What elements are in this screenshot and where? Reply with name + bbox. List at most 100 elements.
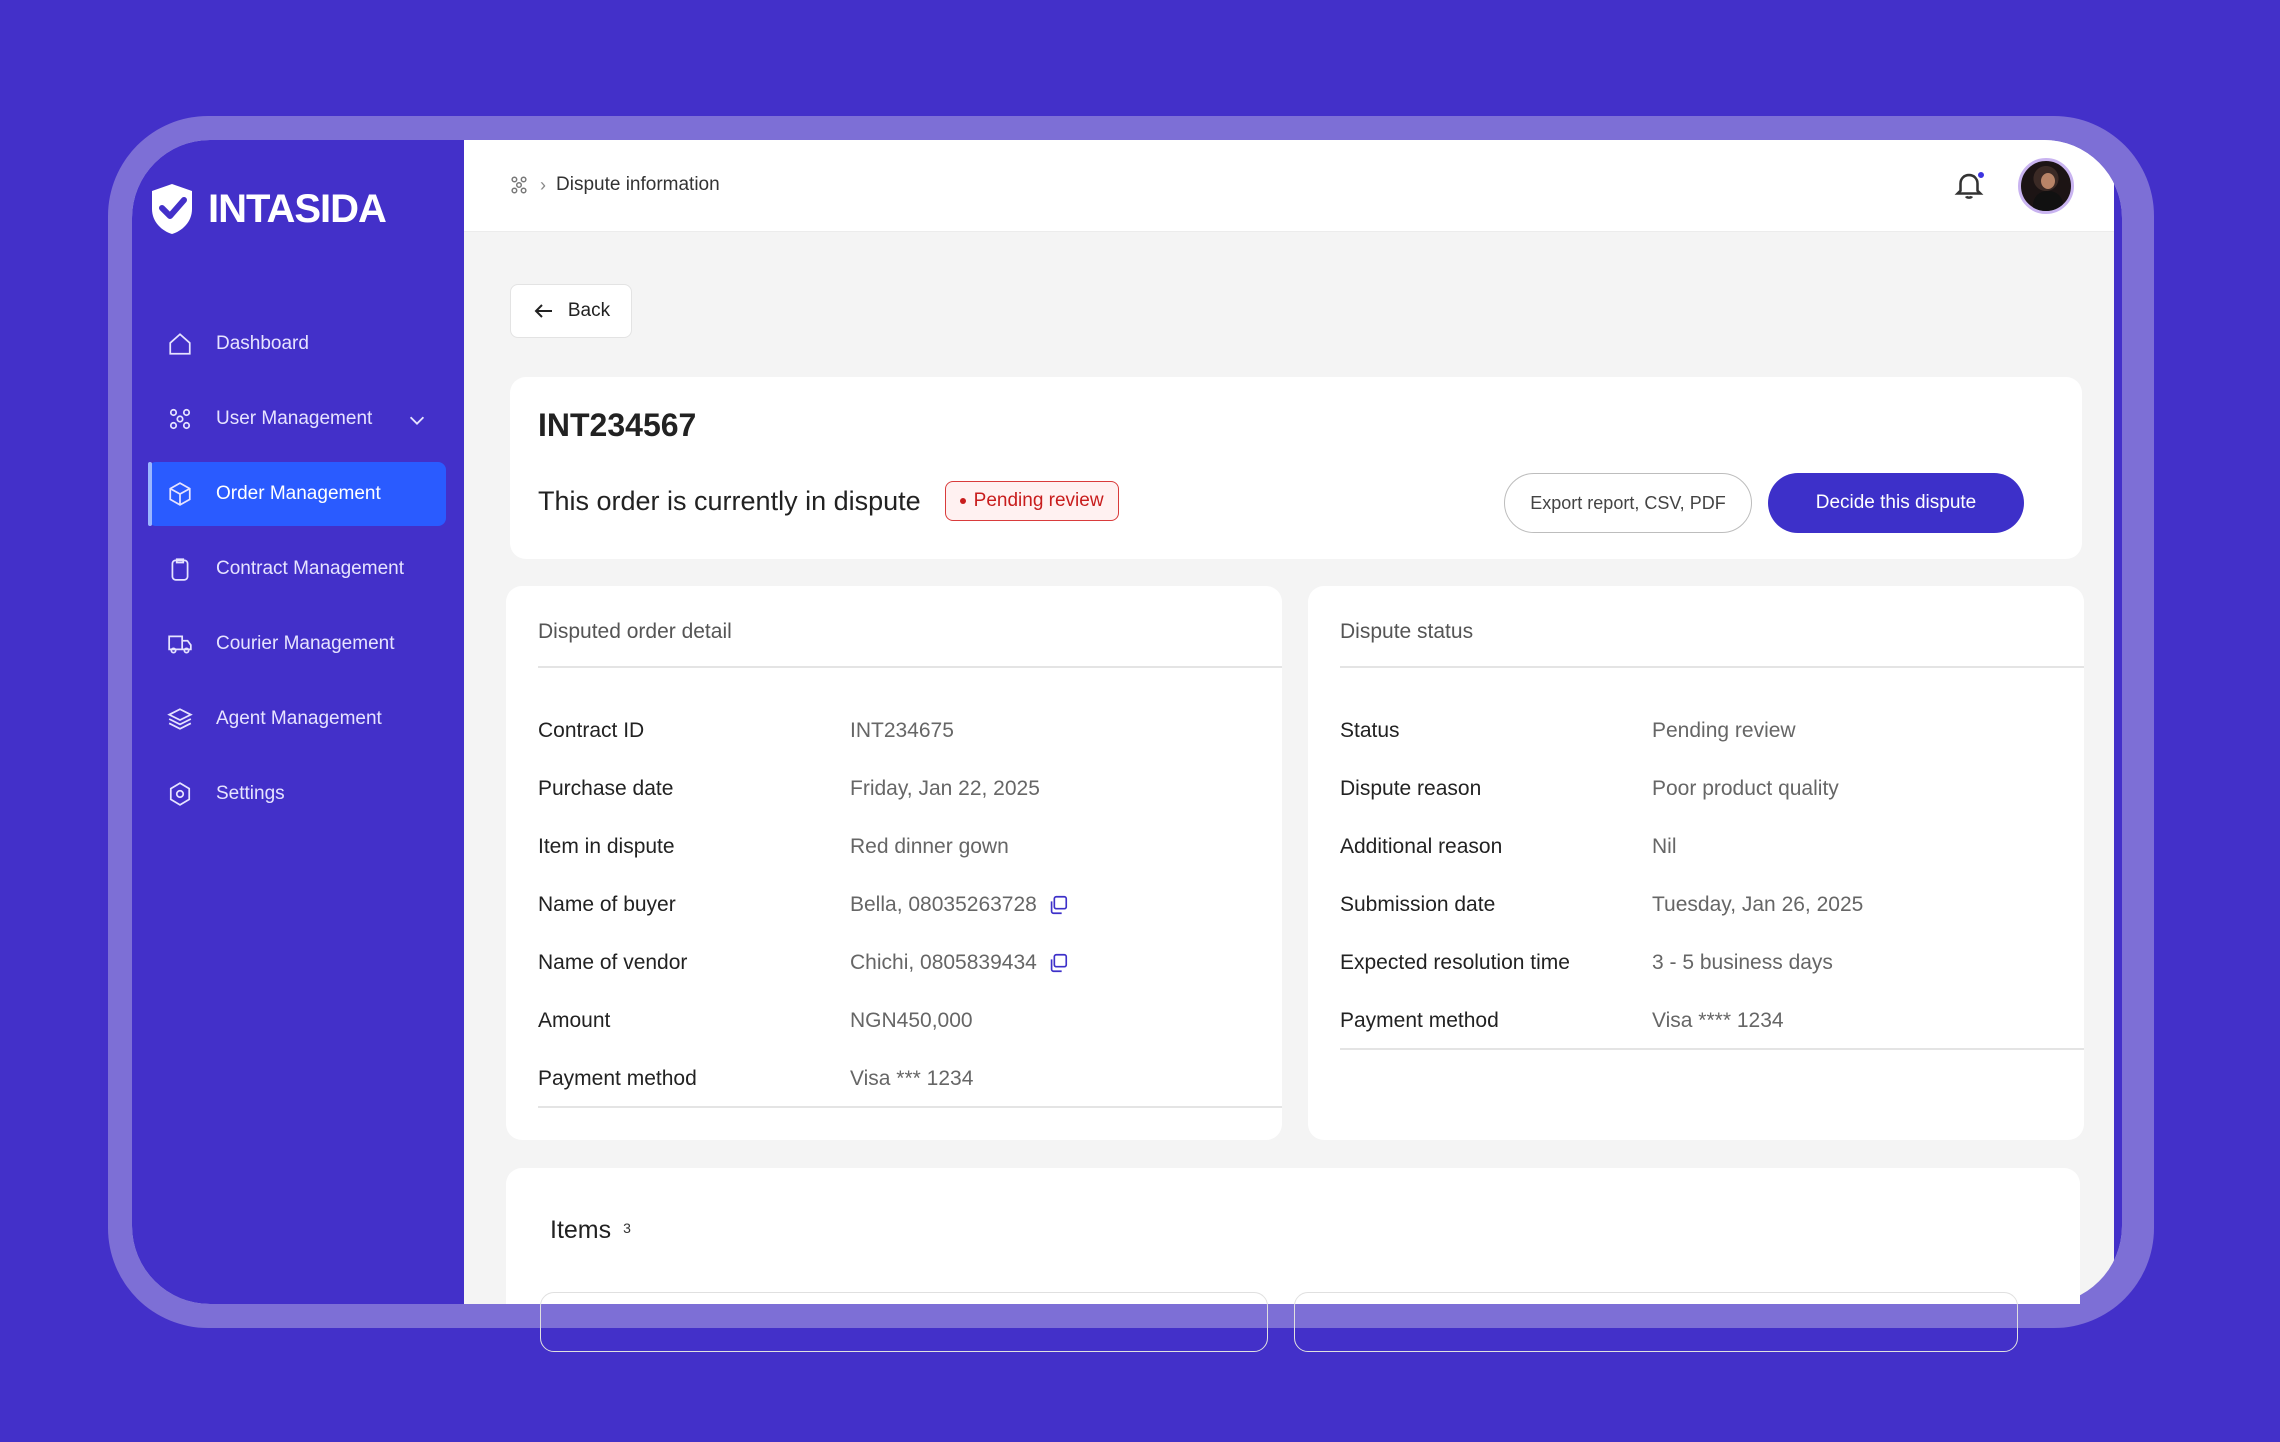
row-label: Dispute reason (1340, 777, 1482, 800)
sidebar-item-label: Courier Management (216, 633, 395, 654)
status-row: Additional reason Nil (1340, 818, 2064, 876)
row-label: Name of buyer (538, 893, 676, 916)
status-row: Submission date Tuesday, Jan 26, 2025 (1340, 876, 2064, 934)
row-label: Expected resolution time (1340, 951, 1570, 974)
row-label: Payment method (1340, 1009, 1499, 1032)
row-label: Name of vendor (538, 951, 688, 974)
chevron-right-icon: › (540, 174, 546, 195)
row-label: Amount (538, 1009, 611, 1032)
sidebar: INTASIDA Dashboard User Management Order… (132, 140, 464, 1304)
row-label: Payment method (538, 1067, 697, 1090)
sidebar-nav: Dashboard User Management Order Manageme… (148, 312, 446, 837)
order-header-card: INT234567 This order is currently in dis… (510, 377, 2082, 559)
card-title: Dispute status (1340, 620, 1474, 643)
status-dot (959, 498, 966, 504)
disputed-order-card: Disputed order detail Contract ID INT2346… (506, 586, 1282, 1140)
screen-edge (2114, 140, 2122, 1304)
items-card: Items 3 (506, 1168, 2080, 1352)
box-icon (166, 480, 194, 508)
home-icon (166, 330, 194, 358)
row-value: Bella, 08035263728 (850, 893, 1069, 917)
row-value-text: Bella, 08035263728 (850, 893, 1037, 916)
sidebar-item-order-management[interactable]: Order Management (148, 462, 446, 526)
sidebar-item-agent-management[interactable]: Agent Management (148, 687, 446, 751)
detail-row: Item in dispute Red dinner gown (538, 818, 1262, 876)
back-button[interactable]: Back (510, 284, 632, 338)
dispute-status-card: Dispute status Status Pending review Disp… (1308, 586, 2084, 1140)
decide-dispute-button[interactable]: Decide this dispute (1768, 473, 2024, 533)
avatar-body (2033, 191, 2063, 211)
copy-icon[interactable] (1047, 952, 1069, 974)
row-value: INT234675 (850, 719, 954, 743)
divider (538, 1106, 1282, 1108)
order-id: INT234567 (538, 407, 697, 443)
detail-row: Payment method Visa *** 1234 (538, 1050, 1262, 1108)
row-label: Purchase date (538, 777, 674, 800)
item-card[interactable] (540, 1292, 1268, 1352)
row-value-text: Friday, Jan 22, 2025 (850, 777, 1040, 800)
sidebar-item-label: Order Management (216, 483, 381, 504)
export-report-button[interactable]: Export report, CSV, PDF (1504, 473, 1752, 533)
brand-name: INTASIDA (208, 186, 387, 231)
items-title: Items (550, 1216, 612, 1244)
row-value-text: INT234675 (850, 719, 954, 742)
sidebar-item-user-management[interactable]: User Management (148, 387, 446, 451)
sidebar-item-label: Dashboard (216, 333, 309, 354)
row-value: Friday, Jan 22, 2025 (850, 777, 1040, 801)
dispute-line: This order is currently in dispute Pendi… (538, 481, 1119, 521)
brand-logo[interactable]: INTASIDA (148, 182, 387, 236)
users-icon (166, 405, 194, 433)
copy-icon[interactable] (1047, 894, 1069, 916)
topbar: › Dispute information (464, 140, 2114, 232)
row-value: Poor product quality (1652, 777, 1839, 800)
row-value: Pending review (1652, 719, 1796, 742)
back-label: Back (567, 300, 611, 321)
gear-icon (166, 780, 194, 808)
divider (538, 666, 1282, 668)
status-rows: Status Pending review Dispute reason Poor … (1340, 702, 2064, 1050)
sidebar-item-dashboard[interactable]: Dashboard (148, 312, 446, 376)
users-icon[interactable] (508, 174, 530, 196)
item-card[interactable] (1294, 1292, 2018, 1352)
notification-dot (1976, 170, 1986, 180)
sidebar-item-settings[interactable]: Settings (148, 762, 446, 826)
row-value-text: Chichi, 0805839434 (850, 951, 1037, 974)
row-value: NGN450,000 (850, 1009, 973, 1033)
chevron-down-icon[interactable] (406, 409, 428, 431)
row-value-text: NGN450,000 (850, 1009, 973, 1032)
avatar-face (2041, 173, 2055, 189)
notification-bell-icon[interactable] (1952, 168, 1988, 204)
row-value-text: Visa *** 1234 (850, 1067, 974, 1090)
detail-row: Name of buyer Bella, 08035263728 (538, 876, 1262, 934)
row-value: Tuesday, Jan 26, 2025 (1652, 893, 1864, 916)
sidebar-item-label: Agent Management (216, 708, 382, 729)
row-label: Contract ID (538, 719, 645, 742)
sidebar-item-label: User Management (216, 408, 373, 429)
shield-check-icon (152, 184, 192, 234)
row-label: Additional reason (1340, 835, 1503, 858)
row-value: Chichi, 0805839434 (850, 951, 1069, 975)
truck-icon (166, 630, 194, 658)
status-badge-label: Pending review (973, 490, 1104, 511)
dispute-text: This order is currently in dispute (538, 485, 921, 516)
arrow-left-icon (534, 304, 552, 318)
row-label: Submission date (1340, 893, 1496, 916)
items-count: 3 (623, 1220, 631, 1236)
status-badge: Pending review (944, 481, 1119, 521)
detail-row: Amount NGN450,000 (538, 992, 1262, 1050)
row-label: Status (1340, 719, 1400, 742)
sidebar-item-courier-management[interactable]: Courier Management (148, 612, 446, 676)
detail-row: Purchase date Friday, Jan 22, 2025 (538, 760, 1262, 818)
row-value-text: Red dinner gown (850, 835, 1009, 858)
sidebar-item-label: Settings (216, 783, 285, 804)
detail-row: Name of vendor Chichi, 0805839434 (538, 934, 1262, 992)
avatar[interactable] (2018, 158, 2074, 214)
divider (1340, 1048, 2084, 1050)
breadcrumb: › Dispute information (508, 174, 720, 196)
sidebar-item-label: Contract Management (216, 558, 404, 579)
sidebar-item-contract-management[interactable]: Contract Management (148, 537, 446, 601)
items-header: Items 3 (550, 1216, 631, 1245)
row-value: Visa *** 1234 (850, 1067, 973, 1091)
status-row: Payment method Visa **** 1234 (1340, 992, 2064, 1050)
clipboard-icon (166, 555, 194, 583)
